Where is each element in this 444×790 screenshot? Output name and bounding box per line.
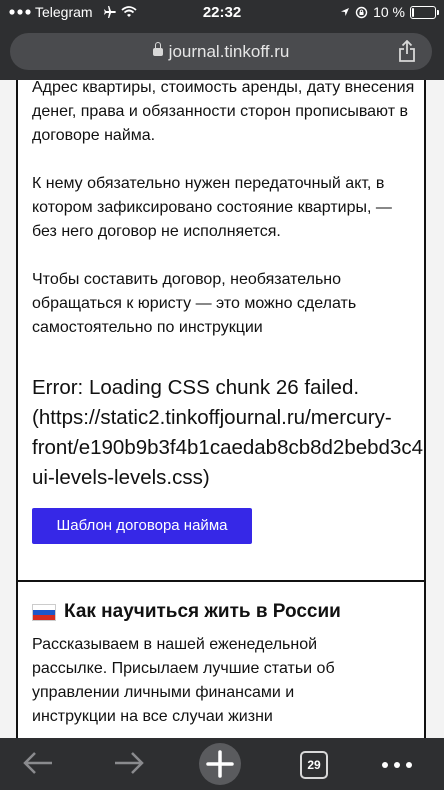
back-arrow-icon[interactable] xyxy=(22,748,54,778)
more-menu-icon[interactable] xyxy=(382,762,412,768)
newsletter-title-text: Как научиться жить в России xyxy=(64,601,341,622)
newsletter-title: Как научиться жить в России xyxy=(32,601,341,623)
contract-template-button[interactable]: Шаблон договора найма xyxy=(32,508,252,544)
page-content: Адрес квартиры, стоимость аренды, дату в… xyxy=(0,80,444,738)
status-bar: Telegram 22:32 10 % xyxy=(0,0,444,26)
russia-flag-icon xyxy=(32,603,56,621)
css-error-message: Error: Loading CSS chunk 26 failed. (htt… xyxy=(32,376,423,489)
new-tab-button[interactable] xyxy=(199,743,241,785)
forward-arrow-icon[interactable] xyxy=(113,748,145,778)
tab-switcher-button[interactable]: 29 xyxy=(300,751,328,779)
address-bar[interactable]: journal.tinkoff.ru xyxy=(10,33,432,70)
url-text: journal.tinkoff.ru xyxy=(168,42,290,61)
article-paragraph: К нему обязательно нужен передаточный ак… xyxy=(32,175,392,240)
lock-icon xyxy=(152,42,163,56)
newsletter-text: Рассказываем в нашей еженедельной рассыл… xyxy=(32,636,335,725)
article-paragraph: Адрес квартиры, стоимость аренды, дату в… xyxy=(32,80,415,144)
article-paragraph: Чтобы составить договор, необязательно о… xyxy=(32,271,357,336)
location-arrow-icon xyxy=(341,8,350,16)
battery-level xyxy=(412,7,414,17)
plus-icon xyxy=(206,750,234,778)
share-icon[interactable] xyxy=(398,40,416,62)
orientation-lock-icon xyxy=(355,6,368,18)
url-display[interactable]: journal.tinkoff.ru xyxy=(10,42,432,62)
newsletter-card: Как научиться жить в России Рассказываем… xyxy=(16,580,426,738)
battery-percent: 10 % xyxy=(373,4,405,20)
browser-toolbar: 29 xyxy=(0,738,444,790)
article-card: Адрес квартиры, стоимость аренды, дату в… xyxy=(16,80,426,646)
battery-icon xyxy=(410,5,439,19)
status-right: 10 % xyxy=(340,4,439,20)
browser-header: journal.tinkoff.ru xyxy=(0,26,444,80)
